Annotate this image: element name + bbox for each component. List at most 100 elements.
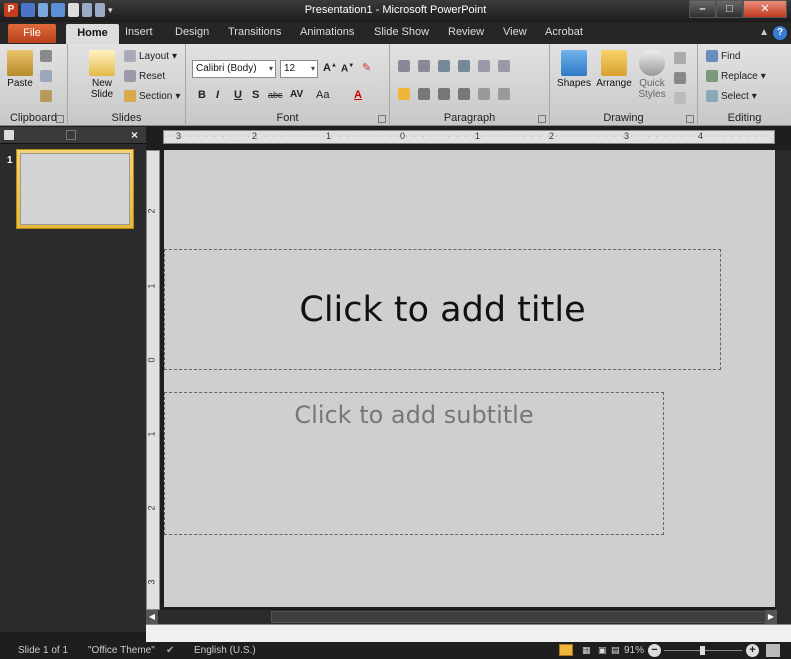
close-panel-icon[interactable]: × [131, 128, 138, 142]
drawing-launcher-icon[interactable] [686, 115, 694, 123]
align-text-icon[interactable] [498, 88, 510, 100]
bold-button[interactable]: B [198, 89, 206, 101]
tab-file[interactable]: File [8, 24, 56, 43]
align-right-icon[interactable] [438, 88, 450, 100]
paragraph-launcher-icon[interactable] [538, 115, 546, 123]
italic-button[interactable]: I [216, 89, 219, 101]
text-direction-icon[interactable] [478, 88, 490, 100]
new-slide-icon [89, 50, 115, 76]
shape-fill-button[interactable] [674, 52, 686, 64]
clipboard-launcher-icon[interactable] [56, 115, 64, 123]
tab-transitions[interactable]: Transitions [228, 26, 281, 38]
decrease-indent-icon[interactable] [438, 60, 450, 72]
align-center-icon[interactable] [418, 88, 430, 100]
layout-button[interactable]: Layout ▾ [124, 50, 177, 62]
font-label: Font [276, 112, 299, 124]
zoom-out-icon[interactable]: − [648, 644, 661, 657]
format-painter-button[interactable] [40, 90, 52, 102]
slide-thumbnail[interactable] [16, 149, 134, 229]
character-spacing-button[interactable]: AV [290, 89, 303, 100]
font-size-combo[interactable]: 12 ▾ [280, 60, 318, 78]
scroll-thumb[interactable] [271, 611, 771, 623]
change-case-button[interactable]: Aa [316, 89, 329, 101]
find-button[interactable]: Find [706, 50, 740, 62]
shape-outline-button[interactable] [674, 72, 686, 84]
copy-button[interactable] [40, 70, 52, 82]
strikethrough-button[interactable]: abc [268, 90, 283, 100]
quick-styles-button[interactable]: Quick Styles [636, 50, 668, 100]
section-button[interactable]: Section ▾ [124, 90, 180, 102]
columns-icon[interactable] [498, 60, 510, 72]
ruler-label: 3 [146, 579, 157, 585]
arrange-icon [601, 50, 627, 76]
reading-view-icon[interactable]: ▣ [598, 645, 607, 656]
horizontal-ruler: 3 2 1 0 1 2 3 4 ························… [163, 130, 775, 144]
tab-acrobat[interactable]: Acrobat [545, 26, 583, 38]
shape-effects-button[interactable] [674, 92, 686, 104]
copy-icon [40, 70, 52, 82]
clear-formatting-icon[interactable]: ✎ [362, 61, 371, 74]
slides-tab-icon[interactable] [4, 130, 14, 140]
fit-to-window-icon[interactable] [766, 644, 780, 657]
font-launcher-icon[interactable] [378, 115, 386, 123]
reset-button[interactable]: Reset [124, 70, 165, 82]
tab-home[interactable]: Home [66, 24, 119, 44]
line-spacing-icon[interactable] [478, 60, 490, 72]
align-left-icon[interactable] [398, 88, 410, 100]
spellcheck-icon[interactable]: ✔ [166, 645, 174, 656]
paste-button[interactable]: Paste [6, 50, 34, 89]
scissors-icon [40, 50, 52, 62]
cut-button[interactable] [40, 50, 52, 62]
vertical-scrollbar[interactable] [775, 150, 791, 610]
tab-view[interactable]: View [503, 26, 527, 38]
normal-view-icon[interactable] [559, 644, 573, 656]
numbering-icon[interactable] [418, 60, 430, 72]
scroll-left-icon[interactable]: ◀ [146, 610, 158, 624]
bullets-icon[interactable] [398, 60, 410, 72]
close-button[interactable]: ✕ [743, 0, 787, 18]
tab-review[interactable]: Review [448, 26, 484, 38]
font-color-button[interactable]: A [354, 89, 362, 101]
ribbon-tabs: File Home Insert Design Transitions Anim… [0, 22, 791, 44]
maximize-button[interactable]: □ [716, 0, 743, 18]
language[interactable]: English (U.S.) [194, 645, 256, 656]
tab-slide-show[interactable]: Slide Show [374, 26, 429, 38]
grow-font-icon[interactable]: A▲ [323, 62, 337, 74]
align-controls [398, 88, 510, 100]
justify-icon[interactable] [458, 88, 470, 100]
font-name-combo[interactable]: Calibri (Body) ▾ [192, 60, 276, 78]
slides-group: New Slide Layout ▾ Reset Section ▾ Slide… [68, 44, 186, 126]
slide-sorter-icon[interactable]: ▦ [582, 645, 591, 656]
shadow-button[interactable]: S [252, 89, 259, 101]
vertical-ruler: 2 1 0 1 2 3 [146, 150, 160, 610]
zoom-slider-thumb[interactable] [700, 646, 705, 655]
shrink-font-icon[interactable]: A▼ [341, 63, 354, 74]
arrange-button[interactable]: Arrange [594, 50, 634, 89]
horizontal-scrollbar[interactable]: ◀ ▶ [146, 610, 791, 624]
notes-pane[interactable] [146, 624, 791, 642]
theme-name[interactable]: "Office Theme" [88, 645, 155, 656]
scroll-right-icon[interactable]: ▶ [765, 610, 777, 624]
tab-animations[interactable]: Animations [300, 26, 354, 38]
help-icon[interactable]: ? [773, 26, 787, 40]
list-controls [398, 60, 510, 72]
tab-insert[interactable]: Insert [125, 26, 153, 38]
title-placeholder[interactable]: Click to add title [164, 249, 721, 370]
zoom-in-icon[interactable]: + [746, 644, 759, 657]
slide-canvas[interactable] [164, 150, 775, 607]
subtitle-placeholder[interactable]: Click to add subtitle [164, 392, 664, 535]
tab-design[interactable]: Design [175, 26, 209, 38]
new-slide-button[interactable]: New Slide [86, 50, 118, 100]
slides-label: Slides [111, 112, 142, 124]
increase-indent-icon[interactable] [458, 60, 470, 72]
slideshow-view-icon[interactable]: ▤ [611, 645, 620, 656]
select-button[interactable]: Select ▾ [706, 90, 757, 102]
outline-tab-icon[interactable] [66, 130, 76, 140]
ruler-label: 0 [146, 357, 157, 363]
replace-button[interactable]: Replace ▾ [706, 70, 766, 82]
underline-button[interactable]: U [234, 89, 242, 101]
minimize-button[interactable]: – [689, 0, 716, 18]
zoom-level[interactable]: 91% [624, 645, 644, 656]
shapes-button[interactable]: Shapes [556, 50, 592, 89]
minimize-ribbon-icon[interactable]: ▲ [759, 27, 769, 38]
